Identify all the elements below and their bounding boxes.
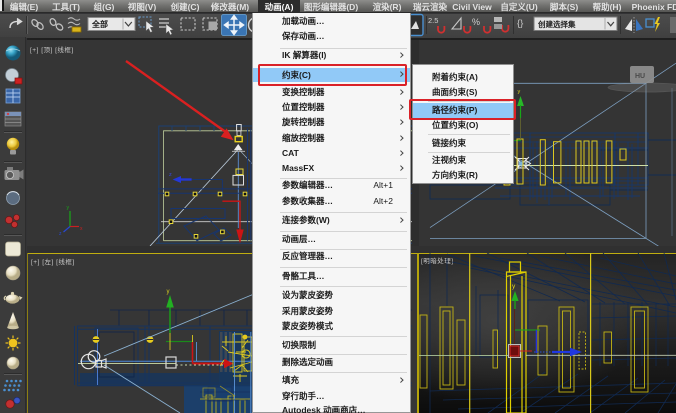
- svg-text:x: x: [80, 226, 83, 232]
- svg-text:y: y: [167, 289, 170, 295]
- svg-text:y: y: [518, 89, 521, 95]
- svg-text:z: z: [169, 172, 172, 178]
- svg-text:y: y: [512, 283, 516, 290]
- svg-text:z: z: [59, 231, 62, 237]
- svg-text:y: y: [67, 205, 70, 211]
- svg-text:HU: HU: [635, 73, 645, 80]
